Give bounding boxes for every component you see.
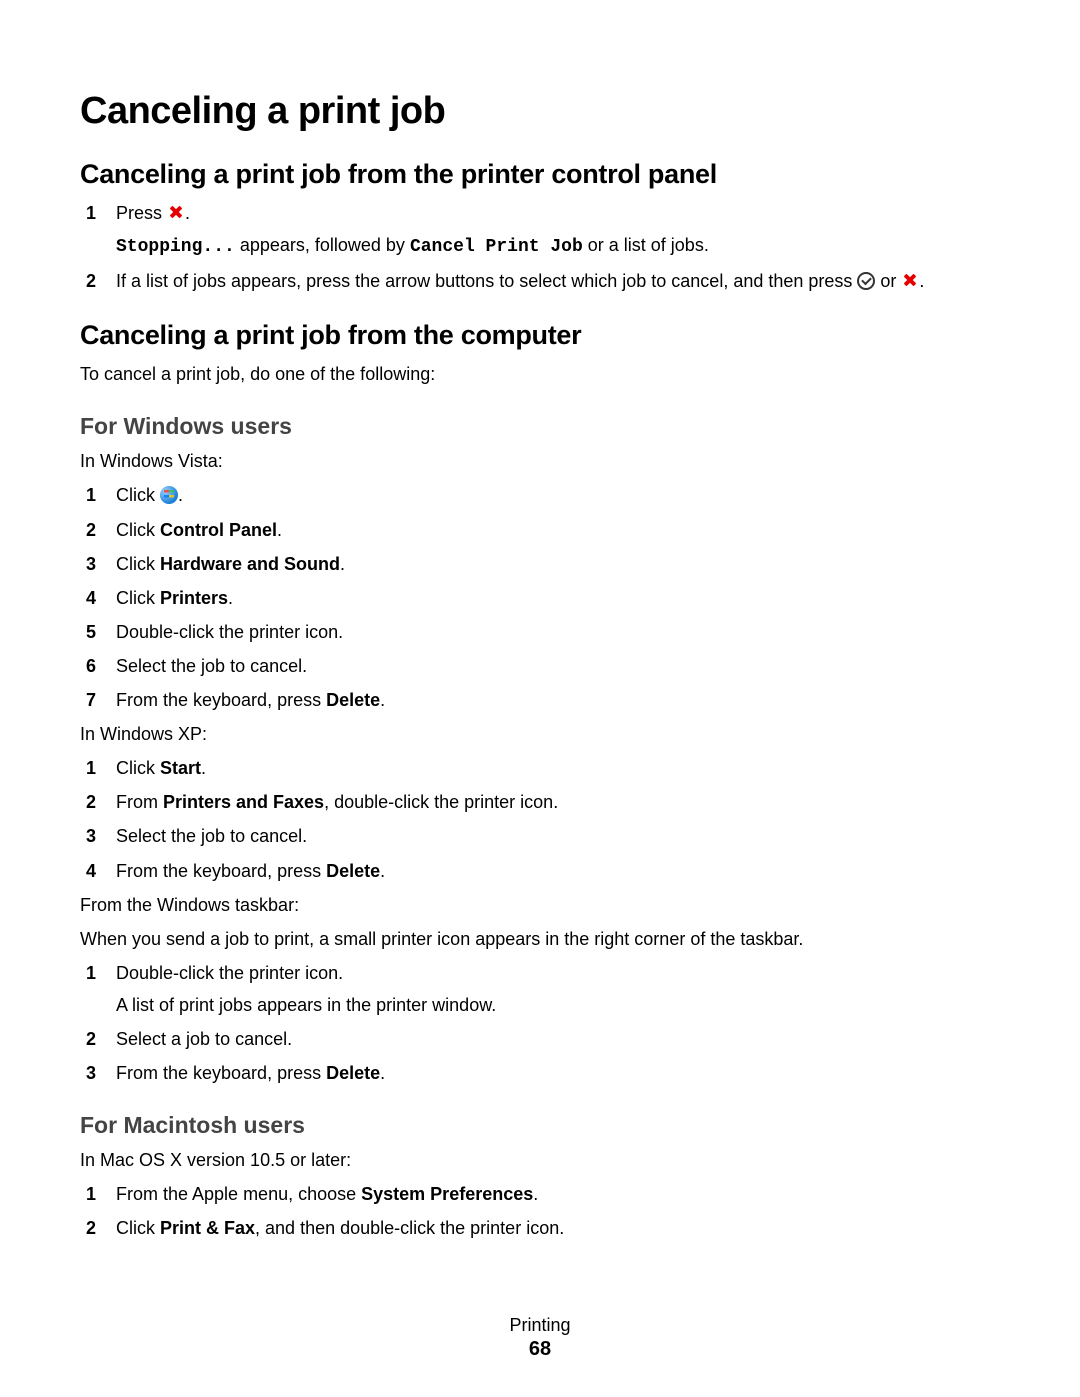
list-item: 6 Select the job to cancel. xyxy=(80,653,1000,679)
taskbar-label: From the Windows taskbar: xyxy=(80,892,1000,918)
list-item: 7 From the keyboard, press Delete. xyxy=(80,687,1000,713)
list-item: 2 If a list of jobs appears, press the a… xyxy=(80,268,1000,294)
xp-label: In Windows XP: xyxy=(80,721,1000,747)
intro-text: To cancel a print job, do one of the fol… xyxy=(80,361,1000,387)
list-item: 1 Click Start. xyxy=(80,755,1000,781)
list-item: 4 Click Printers. xyxy=(80,585,1000,611)
windows-start-icon xyxy=(160,486,178,504)
mac-steps: 1 From the Apple menu, choose System Pre… xyxy=(80,1181,1000,1241)
code-text: Cancel Print Job xyxy=(410,237,583,257)
vista-steps: 1 Click . 2 Click Control Panel. 3 Click… xyxy=(80,482,1000,713)
text: If a list of jobs appears, press the arr… xyxy=(116,271,857,291)
sub-text: Stopping... appears, followed by Cancel … xyxy=(116,232,1000,260)
heading-control-panel: Canceling a print job from the printer c… xyxy=(80,159,1000,190)
page-footer: Printing 68 xyxy=(0,1315,1080,1361)
text: . xyxy=(185,203,190,223)
footer-section: Printing xyxy=(0,1315,1080,1336)
text: or xyxy=(875,271,901,291)
heading-mac: For Macintosh users xyxy=(80,1112,1000,1139)
list-item: 2 From Printers and Faxes, double-click … xyxy=(80,789,1000,815)
list-item: 1 Press . Stopping... appears, followed … xyxy=(80,200,1000,260)
heading-windows: For Windows users xyxy=(80,413,1000,440)
list-item: 3 Click Hardware and Sound. xyxy=(80,551,1000,577)
xp-steps: 1 Click Start. 2 From Printers and Faxes… xyxy=(80,755,1000,883)
list-item: 1 Double-click the printer icon. A list … xyxy=(80,960,1000,1018)
taskbar-intro: When you send a job to print, a small pr… xyxy=(80,926,1000,952)
control-panel-steps: 1 Press . Stopping... appears, followed … xyxy=(80,200,1000,294)
mac-intro: In Mac OS X version 10.5 or later: xyxy=(80,1147,1000,1173)
vista-label: In Windows Vista: xyxy=(80,448,1000,474)
list-item: 2 Click Control Panel. xyxy=(80,517,1000,543)
list-item: 2 Click Print & Fax, and then double-cli… xyxy=(80,1215,1000,1241)
cancel-x-icon xyxy=(901,271,919,289)
heading-computer: Canceling a print job from the computer xyxy=(80,320,1000,351)
list-item: 5 Double-click the printer icon. xyxy=(80,619,1000,645)
text: . xyxy=(919,271,924,291)
list-item: 2 Select a job to cancel. xyxy=(80,1026,1000,1052)
list-item: 1 Click . xyxy=(80,482,1000,508)
footer-page-number: 68 xyxy=(0,1338,1080,1361)
page-title: Canceling a print job xyxy=(80,90,1000,133)
text: Press xyxy=(116,203,167,223)
ok-check-icon xyxy=(857,272,875,290)
taskbar-steps: 1 Double-click the printer icon. A list … xyxy=(80,960,1000,1086)
list-item: 1 From the Apple menu, choose System Pre… xyxy=(80,1181,1000,1207)
sub-text: A list of print jobs appears in the prin… xyxy=(116,992,1000,1018)
list-item: 3 Select the job to cancel. xyxy=(80,823,1000,849)
code-text: Stopping... xyxy=(116,237,235,257)
cancel-x-icon xyxy=(167,203,185,221)
list-item: 4 From the keyboard, press Delete. xyxy=(80,858,1000,884)
list-item: 3 From the keyboard, press Delete. xyxy=(80,1060,1000,1086)
